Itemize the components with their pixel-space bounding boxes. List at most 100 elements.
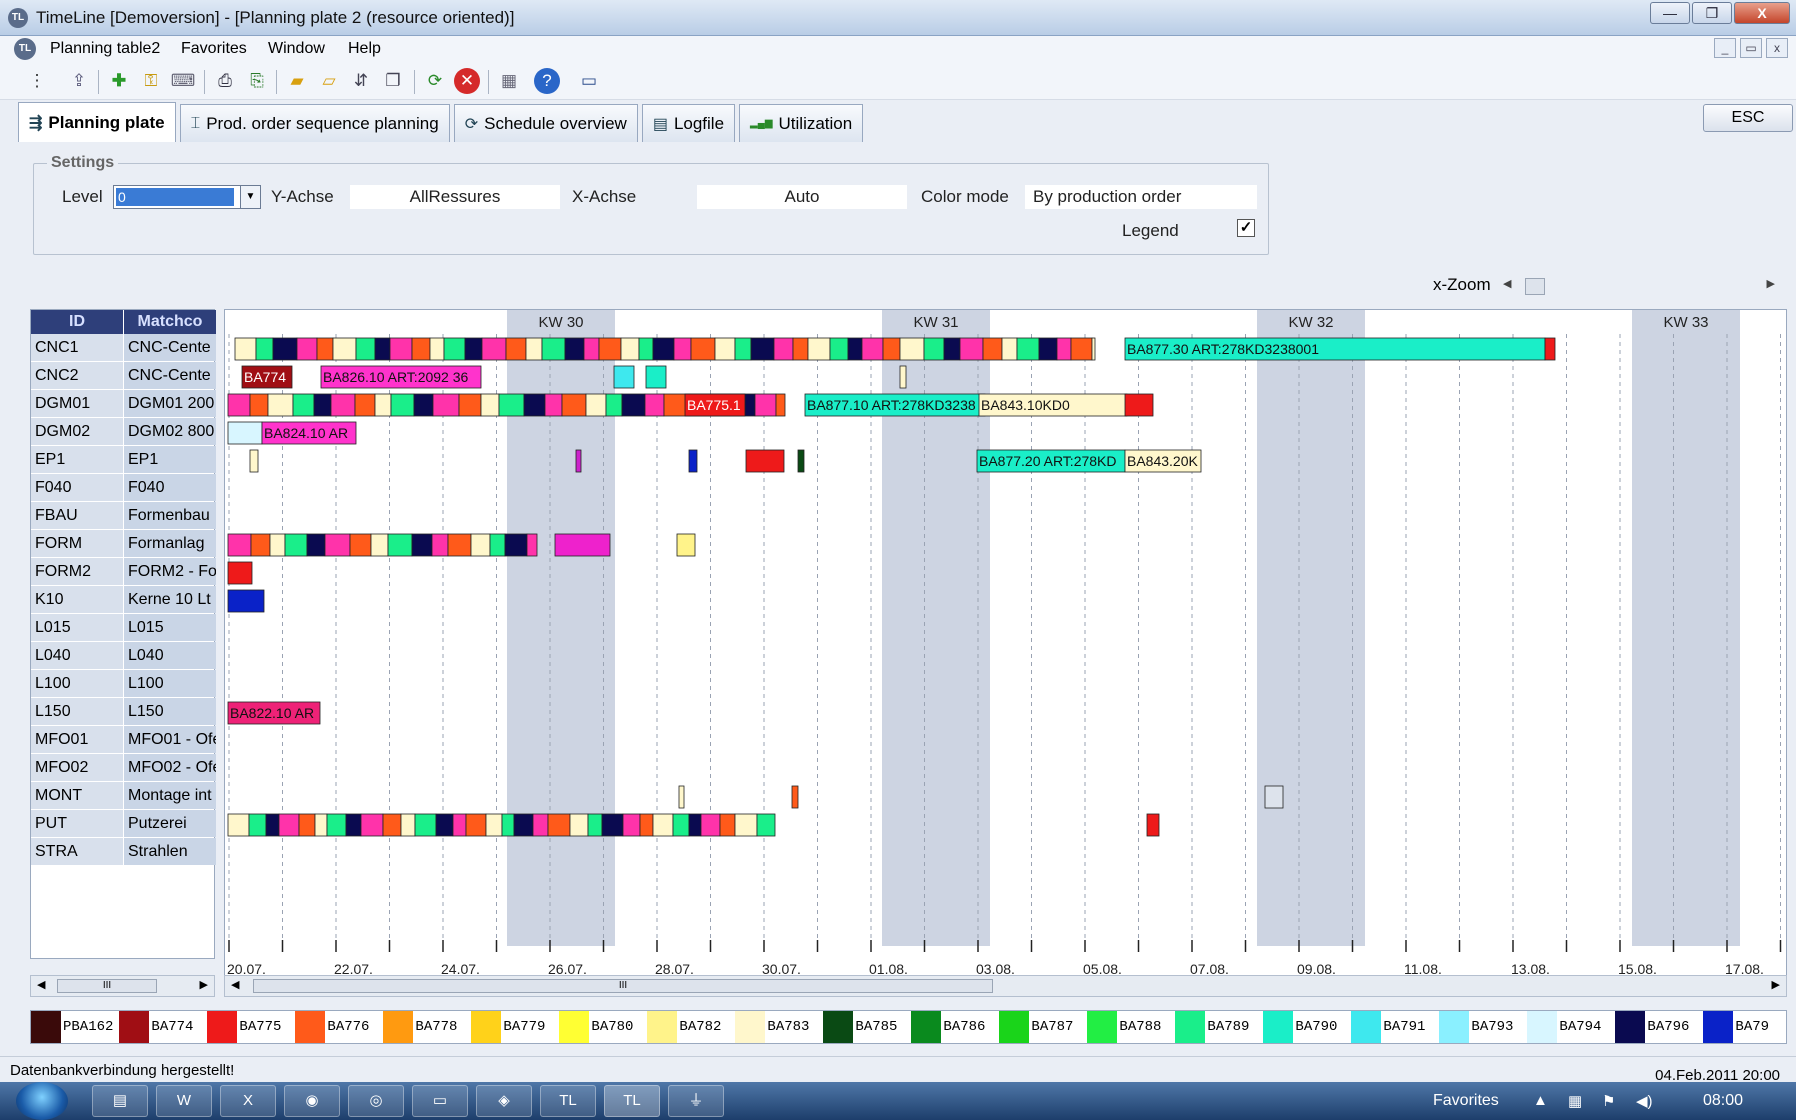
chevron-left-icon[interactable]: ◀: [231, 978, 239, 991]
table-row[interactable]: CNC1 CNC-Cente: [31, 334, 216, 362]
grid-horizontal-scrollbar[interactable]: ◀ III ▶: [30, 975, 215, 997]
cancel-icon[interactable]: ✕: [454, 68, 480, 94]
order-bar: [644, 393, 665, 417]
chevron-down-icon[interactable]: ▼: [240, 186, 260, 208]
taskbar-timeline-active-icon[interactable]: TL: [604, 1085, 660, 1117]
table-row[interactable]: L040 L040: [31, 642, 216, 670]
tab-logfile[interactable]: ▤ Logfile: [641, 104, 736, 142]
x-axis-field[interactable]: Auto: [697, 185, 907, 209]
gantt-scroll-thumb[interactable]: III: [253, 979, 993, 993]
table-row[interactable]: PUT Putzerei: [31, 810, 216, 838]
open-folder-icon[interactable]: ▰: [284, 68, 310, 94]
order-bar: [525, 337, 543, 361]
taskbar-app-icon[interactable]: ◈: [476, 1085, 532, 1117]
add-icon[interactable]: ✚: [106, 68, 132, 94]
taskbar-folder-icon[interactable]: ▭: [412, 1085, 468, 1117]
table-row[interactable]: L015 L015: [31, 614, 216, 642]
mdi-minimize-button[interactable]: _: [1714, 38, 1736, 58]
help-icon[interactable]: ?: [534, 68, 560, 94]
taskbar-excel-icon[interactable]: X: [220, 1085, 276, 1117]
table-row[interactable]: F040 F040: [31, 474, 216, 502]
order-bar: [265, 813, 280, 837]
table-row[interactable]: L100 L100: [31, 670, 216, 698]
refresh-icon[interactable]: ⟳: [422, 68, 448, 94]
tab-prod-order-sequence[interactable]: ⌶ Prod. order sequence planning: [179, 104, 450, 142]
legend-swatch: [1439, 1011, 1470, 1043]
table-row[interactable]: FORM Formanlag: [31, 530, 216, 558]
menu-favorites[interactable]: Favorites: [181, 40, 247, 58]
print-icon[interactable]: ⎙: [212, 68, 238, 94]
close-button[interactable]: X: [1734, 2, 1790, 24]
order-bar: [700, 813, 721, 837]
table-row[interactable]: DGM02 DGM02 800: [31, 418, 216, 446]
print-preview-icon[interactable]: ⎘: [244, 68, 270, 94]
esc-button[interactable]: ESC: [1703, 104, 1793, 132]
menu-help[interactable]: Help: [348, 40, 381, 58]
table-row[interactable]: EP1 EP1: [31, 446, 216, 474]
folder-refresh-icon[interactable]: ▱: [316, 68, 342, 94]
taskbar-firefox-icon[interactable]: ◉: [284, 1085, 340, 1117]
tray-volume-icon[interactable]: ◀): [1636, 1092, 1653, 1110]
table-row[interactable]: STRA Strahlen: [31, 838, 216, 866]
table-row[interactable]: L150 L150: [31, 698, 216, 726]
taskbar-favorites[interactable]: Favorites: [1433, 1092, 1499, 1110]
table-row[interactable]: FBAU Formenbau: [31, 502, 216, 530]
minimize-button[interactable]: —: [1650, 2, 1690, 24]
gantt-horizontal-scrollbar[interactable]: ◀ III ▶: [224, 975, 1787, 997]
table-row[interactable]: FORM2 FORM2 - Fo: [31, 558, 216, 586]
sort-icon[interactable]: ⇵: [348, 68, 374, 94]
chevron-left-icon[interactable]: ◀: [1503, 277, 1511, 290]
tray-chevron-icon[interactable]: ▲: [1533, 1092, 1548, 1109]
table-row[interactable]: K10 Kerne 10 Lt: [31, 586, 216, 614]
menu-window[interactable]: Window: [268, 40, 325, 58]
views-icon[interactable]: ⋮: [24, 68, 50, 94]
x-zoom-slider[interactable]: ◀ ▶: [1495, 277, 1775, 295]
x-zoom-thumb[interactable]: [1525, 278, 1545, 295]
start-button[interactable]: [16, 1082, 68, 1120]
chevron-right-icon[interactable]: ▶: [200, 978, 208, 991]
gantt-canvas[interactable]: KW 30 KW 31 KW 32 KW 3320.07. 22.07. 24.07. 26…: [225, 310, 1787, 979]
maximize-button[interactable]: ❐: [1692, 2, 1732, 24]
mdi-close-button[interactable]: x: [1766, 38, 1788, 58]
order-bar: [345, 813, 362, 837]
order-bar: [248, 813, 267, 837]
copy-icon[interactable]: ❐: [380, 68, 406, 94]
table-row[interactable]: MONT Montage int: [31, 782, 216, 810]
chevron-right-icon[interactable]: ▶: [1772, 978, 1780, 991]
table-row[interactable]: MFO01 MFO01 - Ofe: [31, 726, 216, 754]
tab-schedule-overview[interactable]: ⟳ Schedule overview: [453, 104, 638, 142]
order-bar: [458, 393, 482, 417]
level-select[interactable]: 0 ▼: [113, 185, 261, 209]
y-axis-field[interactable]: AllRessures: [350, 185, 560, 209]
chevron-right-icon[interactable]: ▶: [1767, 277, 1775, 290]
calculator-icon[interactable]: ▦: [496, 68, 522, 94]
taskbar-word-icon[interactable]: W: [156, 1085, 212, 1117]
order-bar: [227, 561, 253, 585]
export-icon[interactable]: ⇪: [66, 68, 92, 94]
table-row[interactable]: MFO02 MFO02 - Ofe: [31, 754, 216, 782]
menu-planning-table2[interactable]: Planning table2: [50, 40, 160, 58]
taskbar-pdf-icon[interactable]: ⏚: [668, 1085, 724, 1117]
grid-scroll-thumb[interactable]: III: [57, 979, 157, 993]
edit-icon[interactable]: ⌨: [170, 68, 196, 94]
column-header-matchcode[interactable]: Matchco: [124, 310, 216, 334]
taskbar-browser-icon[interactable]: ◎: [348, 1085, 404, 1117]
tab-utilization[interactable]: ▂▄▆ Utilization: [739, 104, 864, 142]
gantt-chart[interactable]: KW 30 KW 31 KW 32 KW 33 20.07. 22.07. 24.07. 26…: [224, 309, 1787, 979]
window-icon[interactable]: ▭: [576, 68, 602, 94]
mdi-restore-button[interactable]: ▭: [1740, 38, 1762, 58]
column-header-id[interactable]: ID: [31, 310, 123, 334]
app-menu-icon[interactable]: TL: [14, 38, 36, 60]
tray-flag-icon[interactable]: ⚑: [1602, 1092, 1615, 1110]
taskbar-explorer-icon[interactable]: ▤: [92, 1085, 148, 1117]
chevron-left-icon[interactable]: ◀: [37, 978, 45, 991]
taskbar-timeline-icon[interactable]: TL: [540, 1085, 596, 1117]
legend-checkbox[interactable]: ✓: [1237, 219, 1255, 237]
color-mode-field[interactable]: By production order: [1025, 185, 1257, 209]
key-icon[interactable]: ⚿: [138, 68, 164, 94]
table-row[interactable]: CNC2 CNC-Cente: [31, 362, 216, 390]
order-bar: [432, 393, 460, 417]
table-row[interactable]: DGM01 DGM01 200: [31, 390, 216, 418]
tab-planning-plate[interactable]: ⇶ Planning plate: [18, 102, 176, 142]
tray-network-icon[interactable]: ▦: [1568, 1092, 1582, 1110]
